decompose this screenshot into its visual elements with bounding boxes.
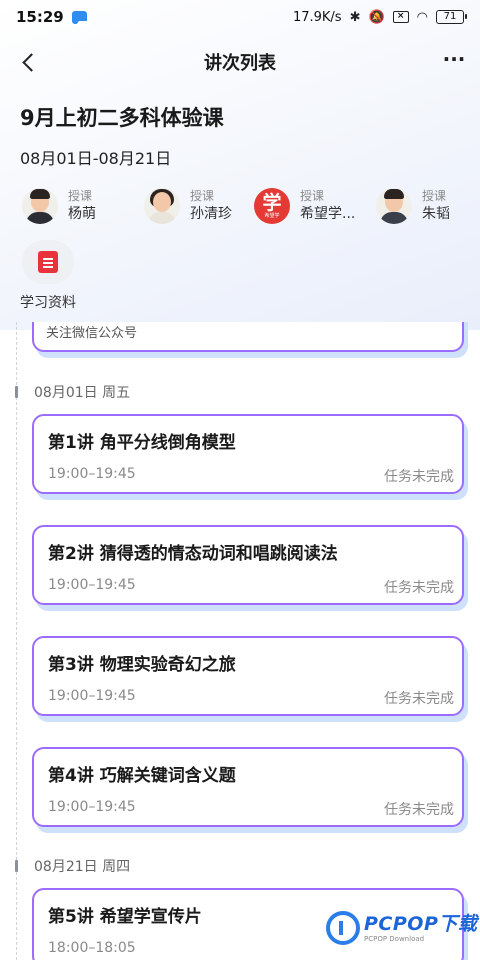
lesson-time: 19:00–19:45 xyxy=(48,688,136,704)
lesson-list[interactable]: 关注微信公众号 08月01日 周五 第1讲 角平分线倒角模型 19:00–19:… xyxy=(0,322,480,960)
lesson-card[interactable]: 第1讲 角平分线倒角模型 19:00–19:45 任务未完成 xyxy=(32,414,464,494)
course-title: 9月上初二多科体验课 xyxy=(20,106,224,130)
teacher-role: 授课 xyxy=(422,189,447,203)
teacher-item[interactable]: 学 希望学 授课 希望学... xyxy=(254,184,355,228)
lesson-time: 18:00–18:05 xyxy=(48,940,136,956)
mute-icon: 🔕 xyxy=(368,9,385,25)
teacher-role: 授课 xyxy=(190,189,215,203)
timeline-marker xyxy=(15,386,18,398)
lesson-card[interactable]: 第4讲 巧解关键词含义题 19:00–19:45 任务未完成 xyxy=(32,747,464,827)
lesson-title: 第5讲 希望学宣传片 xyxy=(48,907,202,927)
lesson-status: 任务未完成 xyxy=(384,691,454,707)
date-header: 08月21日 周四 xyxy=(34,859,131,875)
bluetooth-icon: ✱ xyxy=(349,9,361,25)
course-dates: 08月01日-08月21日 xyxy=(20,149,172,168)
teacher-role: 授课 xyxy=(68,189,93,203)
wechat-follow-text: 关注微信公众号 xyxy=(46,326,138,341)
lesson-time: 19:00–19:45 xyxy=(48,466,136,482)
lesson-status: 任务未完成 xyxy=(384,802,454,818)
wechat-card[interactable]: 关注微信公众号 xyxy=(32,322,464,352)
teacher-item[interactable]: 授课 孙清珍 xyxy=(144,184,232,228)
teacher-name: 杨萌 xyxy=(68,206,96,222)
status-time: 15:29 xyxy=(16,8,64,26)
lesson-title: 第2讲 猜得透的情态动词和唱跳阅读法 xyxy=(48,544,338,564)
lesson-time: 19:00–19:45 xyxy=(48,799,136,815)
watermark-sub: PCPOP Download xyxy=(364,934,425,943)
teacher-name: 孙清珍 xyxy=(190,206,232,222)
more-icon[interactable]: ··· xyxy=(440,48,468,76)
lesson-status: 任务未完成 xyxy=(384,580,454,596)
lesson-status: 任务未完成 xyxy=(384,469,454,485)
status-bar: 15:29 17.9K/s ✱ 🔕 × ◠ 71 xyxy=(0,0,480,34)
gallery-notification-icon xyxy=(71,10,92,26)
study-material-label: 学习资料 xyxy=(20,295,76,311)
network-speed: 17.9K/s xyxy=(292,9,342,25)
lesson-title: 第4讲 巧解关键词含义题 xyxy=(48,766,236,786)
study-material-button[interactable] xyxy=(22,240,74,284)
brand-logo-avatar: 学 希望学 xyxy=(254,188,290,224)
battery-icon: 71 xyxy=(436,10,467,24)
avatar xyxy=(376,188,412,224)
date-header: 08月01日 周五 xyxy=(34,385,131,401)
page-title: 讲次列表 xyxy=(204,53,276,74)
wifi-icon: ◠ xyxy=(416,9,428,25)
nav-bar: 讲次列表 ··· xyxy=(0,40,480,84)
sim-x-icon: × xyxy=(392,11,409,23)
teacher-item[interactable]: 授课 朱韬 xyxy=(376,184,450,228)
document-icon xyxy=(38,251,58,273)
lesson-time: 19:00–19:45 xyxy=(48,577,136,593)
teacher-item[interactable]: 授课 杨萌 xyxy=(22,184,96,228)
timeline-marker xyxy=(15,860,18,872)
lesson-title: 第3讲 物理实验奇幻之旅 xyxy=(48,655,236,675)
status-right: 17.9K/s ✱ 🔕 × ◠ 71 xyxy=(292,9,467,25)
watermark: PCPOP下载 PCPOP Download xyxy=(326,908,477,948)
back-arrow-icon[interactable] xyxy=(14,48,42,76)
teacher-name: 希望学... xyxy=(300,206,356,222)
lesson-card[interactable]: 第2讲 猜得透的情态动词和唱跳阅读法 19:00–19:45 任务未完成 xyxy=(32,525,464,605)
teacher-list: 授课 杨萌 授课 孙清珍 学 希望学 授课 希望学... 授课 朱韬 xyxy=(20,184,470,228)
avatar xyxy=(22,188,58,224)
avatar xyxy=(144,188,180,224)
watermark-brand: PCPOP下载 xyxy=(364,912,478,935)
teacher-role: 授课 xyxy=(300,189,325,203)
pcpop-logo-icon xyxy=(326,911,360,945)
teacher-name: 朱韬 xyxy=(422,206,450,222)
lesson-title: 第1讲 角平分线倒角模型 xyxy=(48,433,236,453)
lesson-card[interactable]: 第3讲 物理实验奇幻之旅 19:00–19:45 任务未完成 xyxy=(32,636,464,716)
